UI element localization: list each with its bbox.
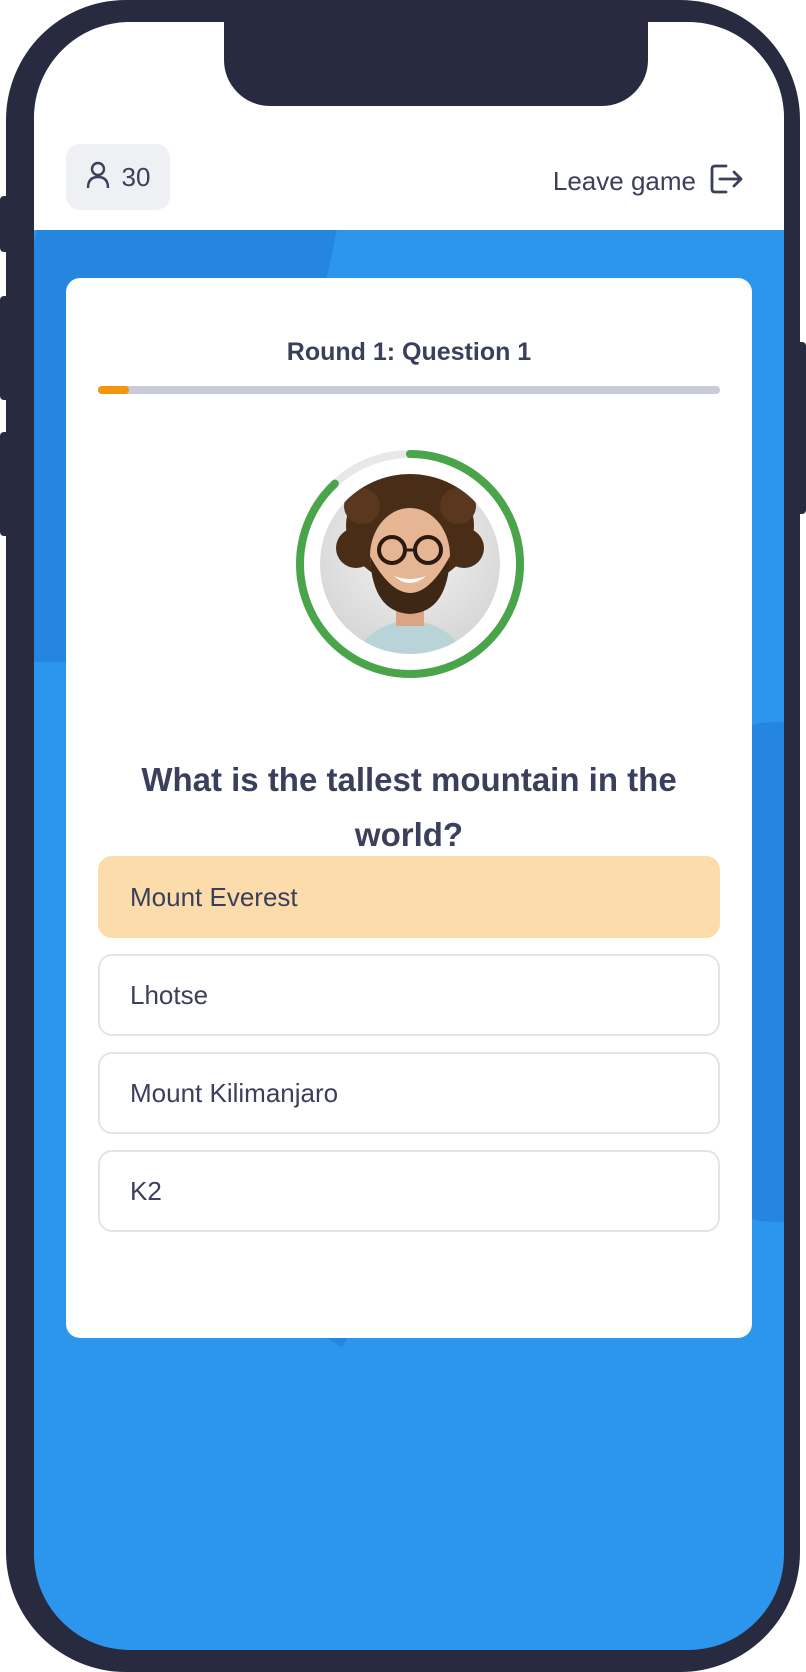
leave-game-label: Leave game <box>552 166 696 196</box>
leave-game-button[interactable]: Leave game <box>553 164 744 199</box>
player-count: 30 <box>121 161 151 192</box>
answer-option-2[interactable]: Lhotse <box>98 954 720 1036</box>
phone-side-button <box>0 196 14 252</box>
answer-option-3[interactable]: Mount Kilimanjaro <box>98 1052 720 1134</box>
question-text: What is the tallest mountain in the worl… <box>141 761 677 853</box>
question-progress-bar <box>98 386 720 394</box>
round-label: Round 1: Question 1 <box>286 338 532 366</box>
phone-frame: 30 Leave game Round 1: Question 1 What i… <box>0 0 806 1672</box>
phone-side-button <box>0 432 14 536</box>
question-progress-fill <box>98 386 130 394</box>
answer-option-1[interactable]: Mount Everest <box>98 856 720 938</box>
exit-icon <box>710 164 744 199</box>
phone-side-button <box>792 342 806 514</box>
countdown-timer <box>290 444 530 684</box>
question-card: Round 1: Question 1 What is the tallest … <box>66 278 752 1338</box>
phone-notch <box>224 22 648 106</box>
player-count-badge: 30 <box>66 144 170 210</box>
screen: 30 Leave game Round 1: Question 1 What i… <box>34 22 784 1650</box>
user-icon <box>86 161 110 194</box>
answer-option-4[interactable]: K2 <box>98 1150 720 1232</box>
phone-side-button <box>0 296 14 400</box>
